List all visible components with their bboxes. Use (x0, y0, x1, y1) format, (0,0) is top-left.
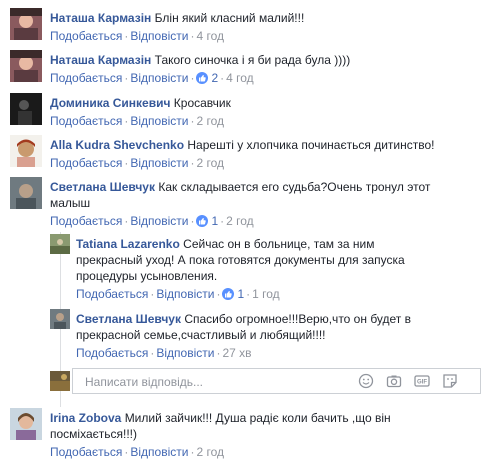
thumbs-up-icon[interactable] (222, 288, 235, 300)
comment-time[interactable]: 4 год (226, 71, 254, 85)
comment-time[interactable]: 2 год (196, 445, 224, 459)
like-button[interactable]: Подобається (50, 156, 122, 170)
reply-button[interactable]: Відповісти (130, 156, 188, 170)
avatar[interactable] (10, 177, 42, 209)
like-button[interactable]: Подобається (76, 287, 148, 301)
like-button[interactable]: Подобається (76, 346, 148, 360)
comment-text: Нарешті у хлопчика починається дитинство… (187, 138, 435, 152)
reply-button[interactable]: Відповісти (130, 114, 188, 128)
reply-composer: GIF (72, 368, 481, 394)
comment-author[interactable]: Irina Zobova (50, 411, 121, 425)
smiley-icon[interactable] (358, 373, 374, 389)
reply-input[interactable] (83, 374, 337, 390)
like-button[interactable]: Подобається (50, 29, 122, 43)
reply-button[interactable]: Відповісти (156, 346, 214, 360)
camera-icon[interactable] (386, 373, 402, 389)
reply-button[interactable]: Відповісти (130, 214, 188, 228)
reply-button[interactable]: Відповісти (130, 29, 188, 43)
like-button[interactable]: Подобається (50, 114, 122, 128)
avatar[interactable] (50, 309, 70, 329)
comment-time[interactable]: 27 хв (222, 346, 251, 360)
comment-author[interactable]: Светлана Шевчук (76, 312, 181, 326)
comment-author[interactable]: Наташа Кармазін (50, 53, 151, 67)
like-button[interactable]: Подобається (50, 71, 122, 85)
avatar[interactable] (50, 234, 70, 254)
avatar[interactable] (10, 50, 42, 82)
thumbs-up-icon[interactable] (196, 215, 209, 227)
reply-button[interactable]: Відповісти (130, 71, 188, 85)
thumbs-up-icon[interactable] (196, 72, 209, 84)
comment-text: Такого синочка і я би рада була )))) (154, 53, 351, 67)
reply-button[interactable]: Відповісти (130, 445, 188, 459)
gif-icon[interactable]: GIF (414, 373, 430, 389)
comment-text: Кросавчик (173, 96, 231, 110)
svg-text:GIF: GIF (417, 380, 427, 386)
comment-author[interactable]: Светлана Шевчук (50, 180, 155, 194)
sticker-icon[interactable] (442, 373, 458, 389)
reply-button[interactable]: Відповісти (156, 287, 214, 301)
comment-time[interactable]: 1 год (252, 287, 280, 301)
avatar[interactable] (10, 8, 42, 40)
comment-time[interactable]: 2 год (196, 156, 224, 170)
like-button[interactable]: Подобається (50, 445, 122, 459)
comment-time[interactable]: 4 год (196, 29, 224, 43)
comment-time[interactable]: 2 год (196, 114, 224, 128)
comment-author[interactable]: Доминика Синкевич (50, 96, 170, 110)
comment-author[interactable]: Tatiana Lazarenko (76, 237, 180, 251)
avatar[interactable] (10, 93, 42, 125)
comment-author[interactable]: Наташа Кармазін (50, 11, 151, 25)
comment-text: Блін який класний малий!!! (154, 11, 305, 25)
avatar[interactable] (10, 408, 42, 440)
comment-author[interactable]: Alla Kudra Shevchenko (50, 138, 184, 152)
like-button[interactable]: Подобається (50, 214, 122, 228)
composer-avatar (50, 371, 70, 391)
comment-time[interactable]: 2 год (226, 214, 254, 228)
avatar[interactable] (10, 135, 42, 167)
